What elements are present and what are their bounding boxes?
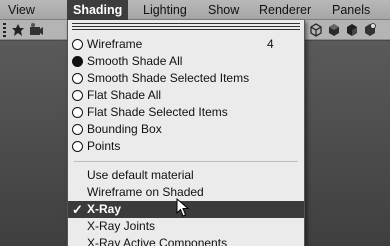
option-label: Smooth Shade Selected Items	[87, 71, 250, 85]
option-label: Use default material	[87, 168, 194, 182]
option-label: X-Ray	[87, 202, 122, 216]
menu-lighting[interactable]: Lighting	[143, 0, 187, 20]
option-label: Bounding Box	[87, 122, 162, 136]
menu-option-flat-shade-selected[interactable]: Flat Shade Selected Items	[68, 104, 304, 121]
option-label: Flat Shade All	[87, 88, 162, 102]
camera-settings-icon[interactable]	[28, 22, 44, 38]
option-label: Flat Shade Selected Items	[87, 105, 228, 119]
menu-shading[interactable]: Shading	[67, 0, 129, 20]
menu-item-x-ray-joints[interactable]: X-Ray Joints	[68, 218, 304, 235]
option-label: X-Ray Joints	[87, 219, 156, 233]
option-label: Points	[87, 139, 121, 153]
smooth-shade-icon[interactable]	[326, 22, 342, 38]
menu-show[interactable]: Show	[208, 0, 239, 20]
menu-option-smooth-shade-selected[interactable]: Smooth Shade Selected Items	[68, 70, 304, 87]
menu-panels[interactable]: Panels	[332, 0, 370, 20]
menu-option-wireframe[interactable]: Wireframe 4	[68, 36, 304, 53]
menu-tearoff-handle[interactable]	[72, 23, 300, 30]
menu-option-points[interactable]: Points	[68, 138, 304, 155]
mouse-pointer-icon	[176, 198, 190, 218]
radio-button-selected	[72, 56, 83, 67]
option-label: Wireframe	[87, 37, 143, 51]
option-label: X-Ray Active Components	[87, 236, 228, 246]
checkmark-icon: ✓	[72, 202, 83, 217]
menu-item-use-default-material[interactable]: Use default material	[68, 167, 304, 184]
wireframe-cube-icon[interactable]	[308, 22, 324, 38]
menu-option-bounding-box[interactable]: Bounding Box	[68, 121, 304, 138]
option-hotkey: 4	[267, 37, 274, 51]
option-label: Smooth Shade All	[87, 54, 183, 68]
menu-item-x-ray-active-components[interactable]: X-Ray Active Components	[68, 235, 304, 246]
menu-bar: View Shading Lighting Show Renderer Pane…	[0, 0, 390, 20]
radio-button	[72, 107, 83, 118]
menu-view[interactable]: View	[8, 0, 35, 20]
radio-button	[72, 90, 83, 101]
menu-separator	[74, 161, 298, 162]
toolbar-grip-handle[interactable]	[3, 23, 6, 37]
radio-button	[72, 39, 83, 50]
menu-renderer[interactable]: Renderer	[259, 0, 311, 20]
lit-icon[interactable]	[362, 22, 378, 38]
radio-button	[72, 124, 83, 135]
camera-icon[interactable]	[10, 22, 26, 38]
menu-option-flat-shade-all[interactable]: Flat Shade All	[68, 87, 304, 104]
radio-button	[72, 141, 83, 152]
radio-button	[72, 73, 83, 84]
textured-icon[interactable]	[344, 22, 360, 38]
menu-option-smooth-shade-all[interactable]: Smooth Shade All	[68, 53, 304, 70]
